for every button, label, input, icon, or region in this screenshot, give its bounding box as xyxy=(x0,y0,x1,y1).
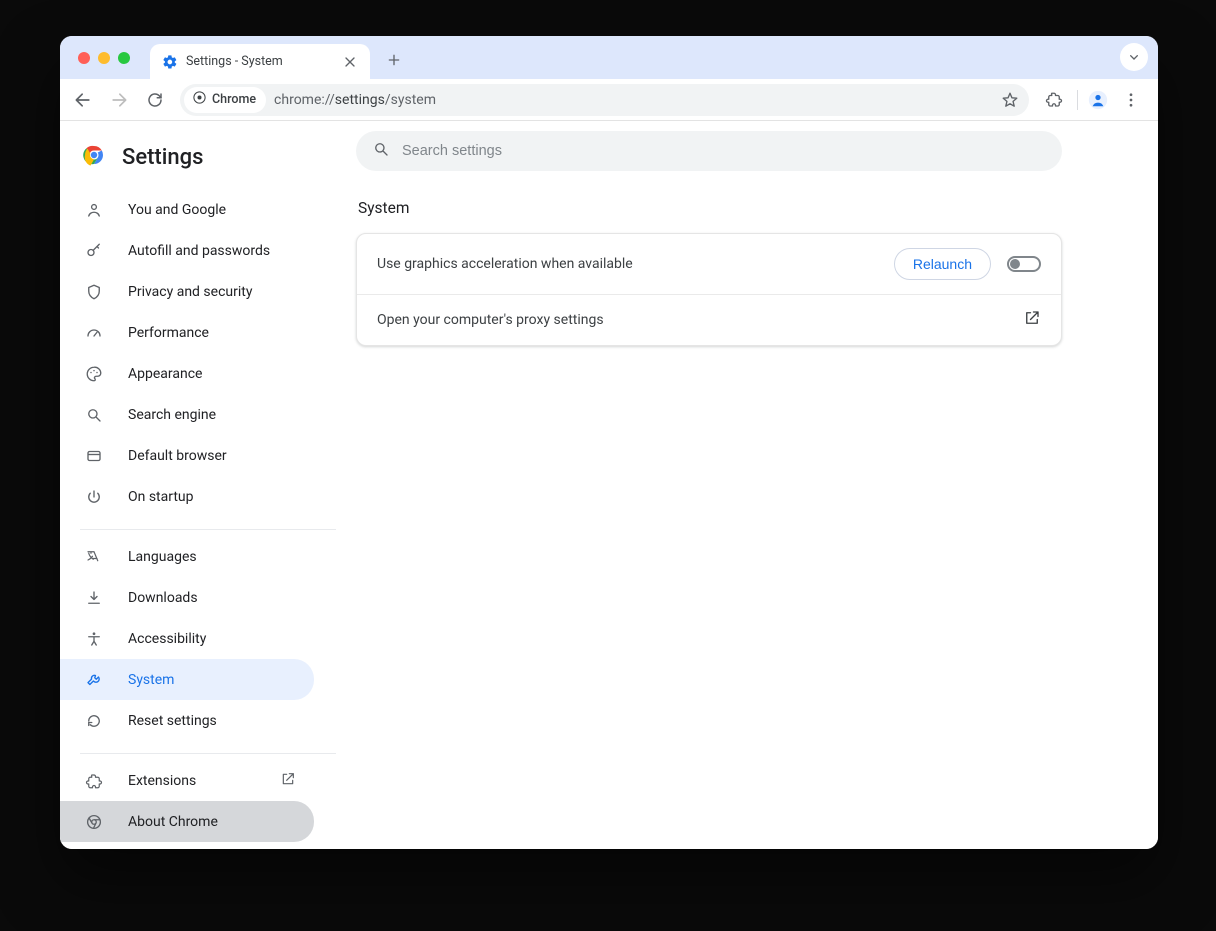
nav-label: Privacy and security xyxy=(128,284,252,300)
system-card: Use graphics acceleration when available… xyxy=(356,233,1062,346)
address-bar[interactable]: Chrome chrome://settings/system xyxy=(180,84,1029,116)
download-icon xyxy=(84,588,104,608)
nav-accessibility[interactable]: Accessibility xyxy=(60,618,314,659)
shield-icon xyxy=(84,282,104,302)
nav-label: Accessibility xyxy=(128,631,206,647)
row-proxy-settings[interactable]: Open your computer's proxy settings xyxy=(357,294,1061,345)
chrome-logo-icon xyxy=(82,143,106,171)
graphics-acceleration-toggle[interactable] xyxy=(1007,256,1041,272)
browser-window: Settings - System Chrome xyxy=(60,36,1158,849)
palette-icon xyxy=(84,364,104,384)
nav-you-and-google[interactable]: You and Google xyxy=(60,189,314,230)
nav-label: Downloads xyxy=(128,590,198,606)
settings-header: Settings xyxy=(60,131,356,189)
speedometer-icon xyxy=(84,323,104,343)
url-text: chrome://settings/system xyxy=(274,92,993,108)
nav-reset[interactable]: Reset settings xyxy=(60,700,314,741)
nav-label: System xyxy=(128,672,174,688)
new-tab-button[interactable] xyxy=(380,46,408,74)
chrome-outline-icon xyxy=(84,812,104,832)
kebab-menu-button[interactable] xyxy=(1114,83,1148,117)
gear-icon xyxy=(162,54,178,70)
settings-title: Settings xyxy=(122,145,203,170)
nav-label: Appearance xyxy=(128,366,202,382)
open-external-icon xyxy=(1023,309,1041,331)
nav-label: Search engine xyxy=(128,407,216,423)
section-title: System xyxy=(356,193,1112,233)
nav-label: Languages xyxy=(128,549,197,565)
nav-languages[interactable]: Languages xyxy=(60,536,314,577)
minimize-window-button[interactable] xyxy=(98,52,110,64)
nav-system[interactable]: System xyxy=(60,659,314,700)
translate-icon xyxy=(84,547,104,567)
relaunch-button[interactable]: Relaunch xyxy=(894,248,991,280)
nav-search-engine[interactable]: Search engine xyxy=(60,394,314,435)
power-icon xyxy=(84,487,104,507)
close-window-button[interactable] xyxy=(78,52,90,64)
site-chip-label: Chrome xyxy=(212,92,256,107)
nav-default-browser[interactable]: Default browser xyxy=(60,435,314,476)
open-external-icon xyxy=(280,771,296,791)
window-controls xyxy=(78,52,130,64)
nav-label: Default browser xyxy=(128,448,227,464)
reset-icon xyxy=(84,711,104,731)
nav-label: Autofill and passwords xyxy=(128,243,270,259)
nav-separator xyxy=(80,529,336,530)
nav-label: On startup xyxy=(128,489,194,505)
nav-downloads[interactable]: Downloads xyxy=(60,577,314,618)
nav-separator xyxy=(80,753,336,754)
nav-privacy[interactable]: Privacy and security xyxy=(60,271,314,312)
toolbar: Chrome chrome://settings/system xyxy=(60,79,1158,121)
reload-button[interactable] xyxy=(138,83,172,117)
nav-autofill[interactable]: Autofill and passwords xyxy=(60,230,314,271)
nav-label: Performance xyxy=(128,325,209,341)
back-button[interactable] xyxy=(66,83,100,117)
site-chip[interactable]: Chrome xyxy=(184,87,266,113)
toolbar-divider xyxy=(1077,90,1078,110)
forward-button[interactable] xyxy=(102,83,136,117)
search-icon xyxy=(372,140,390,162)
profile-button[interactable] xyxy=(1084,86,1112,114)
nav-performance[interactable]: Performance xyxy=(60,312,314,353)
accessibility-icon xyxy=(84,629,104,649)
titlebar: Settings - System xyxy=(60,36,1158,79)
row-label: Open your computer's proxy settings xyxy=(377,312,1007,328)
nav-appearance[interactable]: Appearance xyxy=(60,353,314,394)
browser-icon xyxy=(84,446,104,466)
chrome-icon xyxy=(192,90,207,109)
nav-on-startup[interactable]: On startup xyxy=(60,476,314,517)
key-icon xyxy=(84,241,104,261)
tab-search-button[interactable] xyxy=(1120,43,1148,71)
puzzle-icon xyxy=(84,771,104,791)
nav-label: You and Google xyxy=(128,202,226,218)
nav-label: About Chrome xyxy=(128,814,218,830)
tab-title: Settings - System xyxy=(186,54,334,69)
settings-main: System Use graphics acceleration when av… xyxy=(356,121,1158,849)
content-area: Settings You and Google Autofill and pas… xyxy=(60,121,1158,849)
close-tab-button[interactable] xyxy=(342,54,358,70)
settings-sidebar: Settings You and Google Autofill and pas… xyxy=(60,121,356,849)
nav-label: Extensions xyxy=(128,773,196,789)
browser-tab[interactable]: Settings - System xyxy=(150,44,370,79)
wrench-icon xyxy=(84,670,104,690)
search-icon xyxy=(84,405,104,425)
extensions-button[interactable] xyxy=(1037,83,1071,117)
nav-label: Reset settings xyxy=(128,713,217,729)
person-icon xyxy=(84,200,104,220)
row-label: Use graphics acceleration when available xyxy=(377,256,878,272)
nav-extensions[interactable]: Extensions xyxy=(60,760,314,801)
row-graphics-acceleration: Use graphics acceleration when available… xyxy=(357,234,1061,294)
settings-search[interactable] xyxy=(356,131,1062,171)
maximize-window-button[interactable] xyxy=(118,52,130,64)
bookmark-button[interactable] xyxy=(1001,91,1019,109)
nav-about-chrome[interactable]: About Chrome xyxy=(60,801,314,842)
settings-search-input[interactable] xyxy=(402,143,1046,159)
